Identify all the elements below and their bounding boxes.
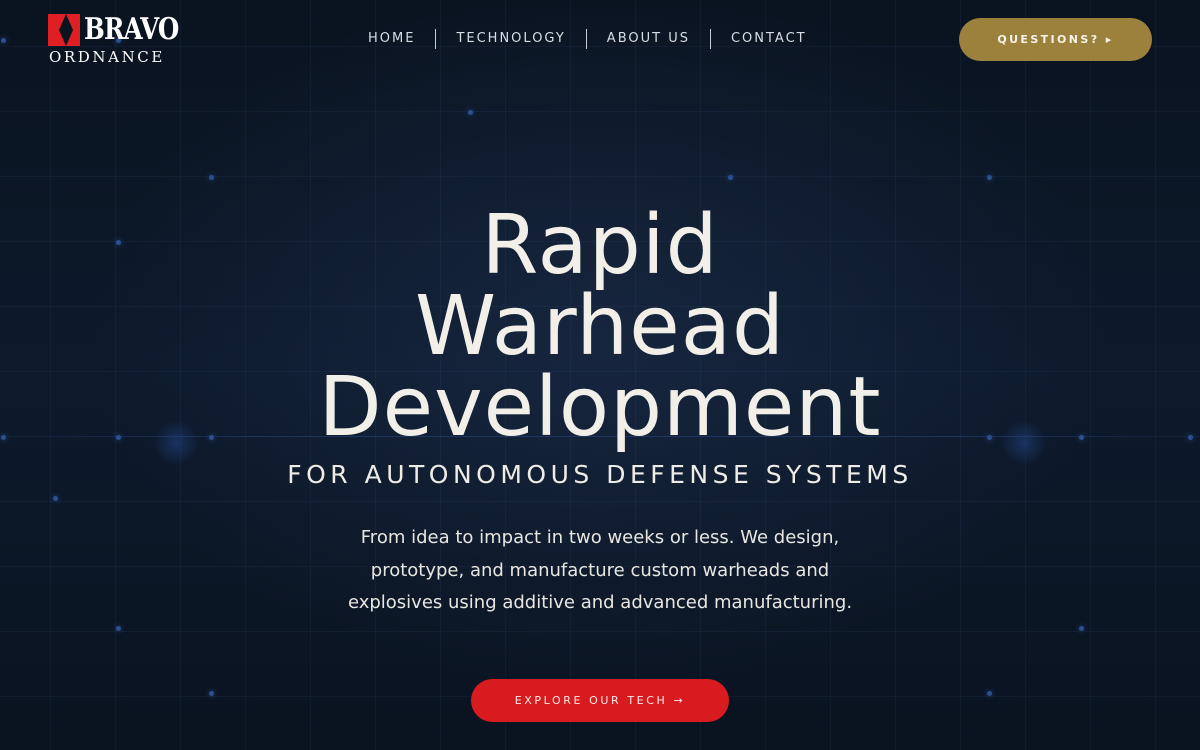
grid-dot bbox=[468, 110, 473, 115]
grid-dot bbox=[1, 38, 6, 43]
grid-dot bbox=[116, 626, 121, 631]
hero-title-line: Rapid bbox=[481, 198, 719, 293]
brand-name-bottom: ORDNANCE bbox=[49, 48, 165, 66]
grid-dot bbox=[987, 175, 992, 180]
questions-button[interactable]: QUESTIONS? ▸ bbox=[959, 18, 1152, 61]
logo-mark-icon bbox=[48, 14, 80, 46]
nav-item-about-us[interactable]: ABOUT US bbox=[587, 29, 710, 49]
grid-dot bbox=[209, 175, 214, 180]
grid-dot bbox=[1079, 626, 1084, 631]
hero-title-line: Warhead bbox=[414, 279, 786, 374]
nav-item-technology[interactable]: TECHNOLOGY bbox=[436, 29, 585, 49]
brand-logo[interactable]: BRAVO ORDNANCE bbox=[48, 12, 179, 66]
brand-name-top: BRAVO bbox=[84, 12, 179, 47]
hero-description: From idea to impact in two weeks or less… bbox=[347, 527, 853, 613]
nav-item-contact[interactable]: CONTACT bbox=[711, 29, 827, 49]
hero-subtitle: FOR AUTONOMOUS DEFENSE SYSTEMS bbox=[287, 460, 913, 489]
nav-item-home[interactable]: HOME bbox=[348, 29, 435, 49]
grid-dot bbox=[728, 175, 733, 180]
main-nav: HOME TECHNOLOGY ABOUT US CONTACT bbox=[348, 28, 827, 50]
grid-dot bbox=[987, 691, 992, 696]
explore-tech-button[interactable]: EXPLORE OUR TECH → bbox=[471, 679, 729, 722]
grid-dot bbox=[209, 691, 214, 696]
grid-dot bbox=[53, 496, 58, 501]
hero-title-line: Development bbox=[318, 360, 882, 455]
hero-title: Rapid Warhead Development bbox=[0, 198, 1200, 455]
